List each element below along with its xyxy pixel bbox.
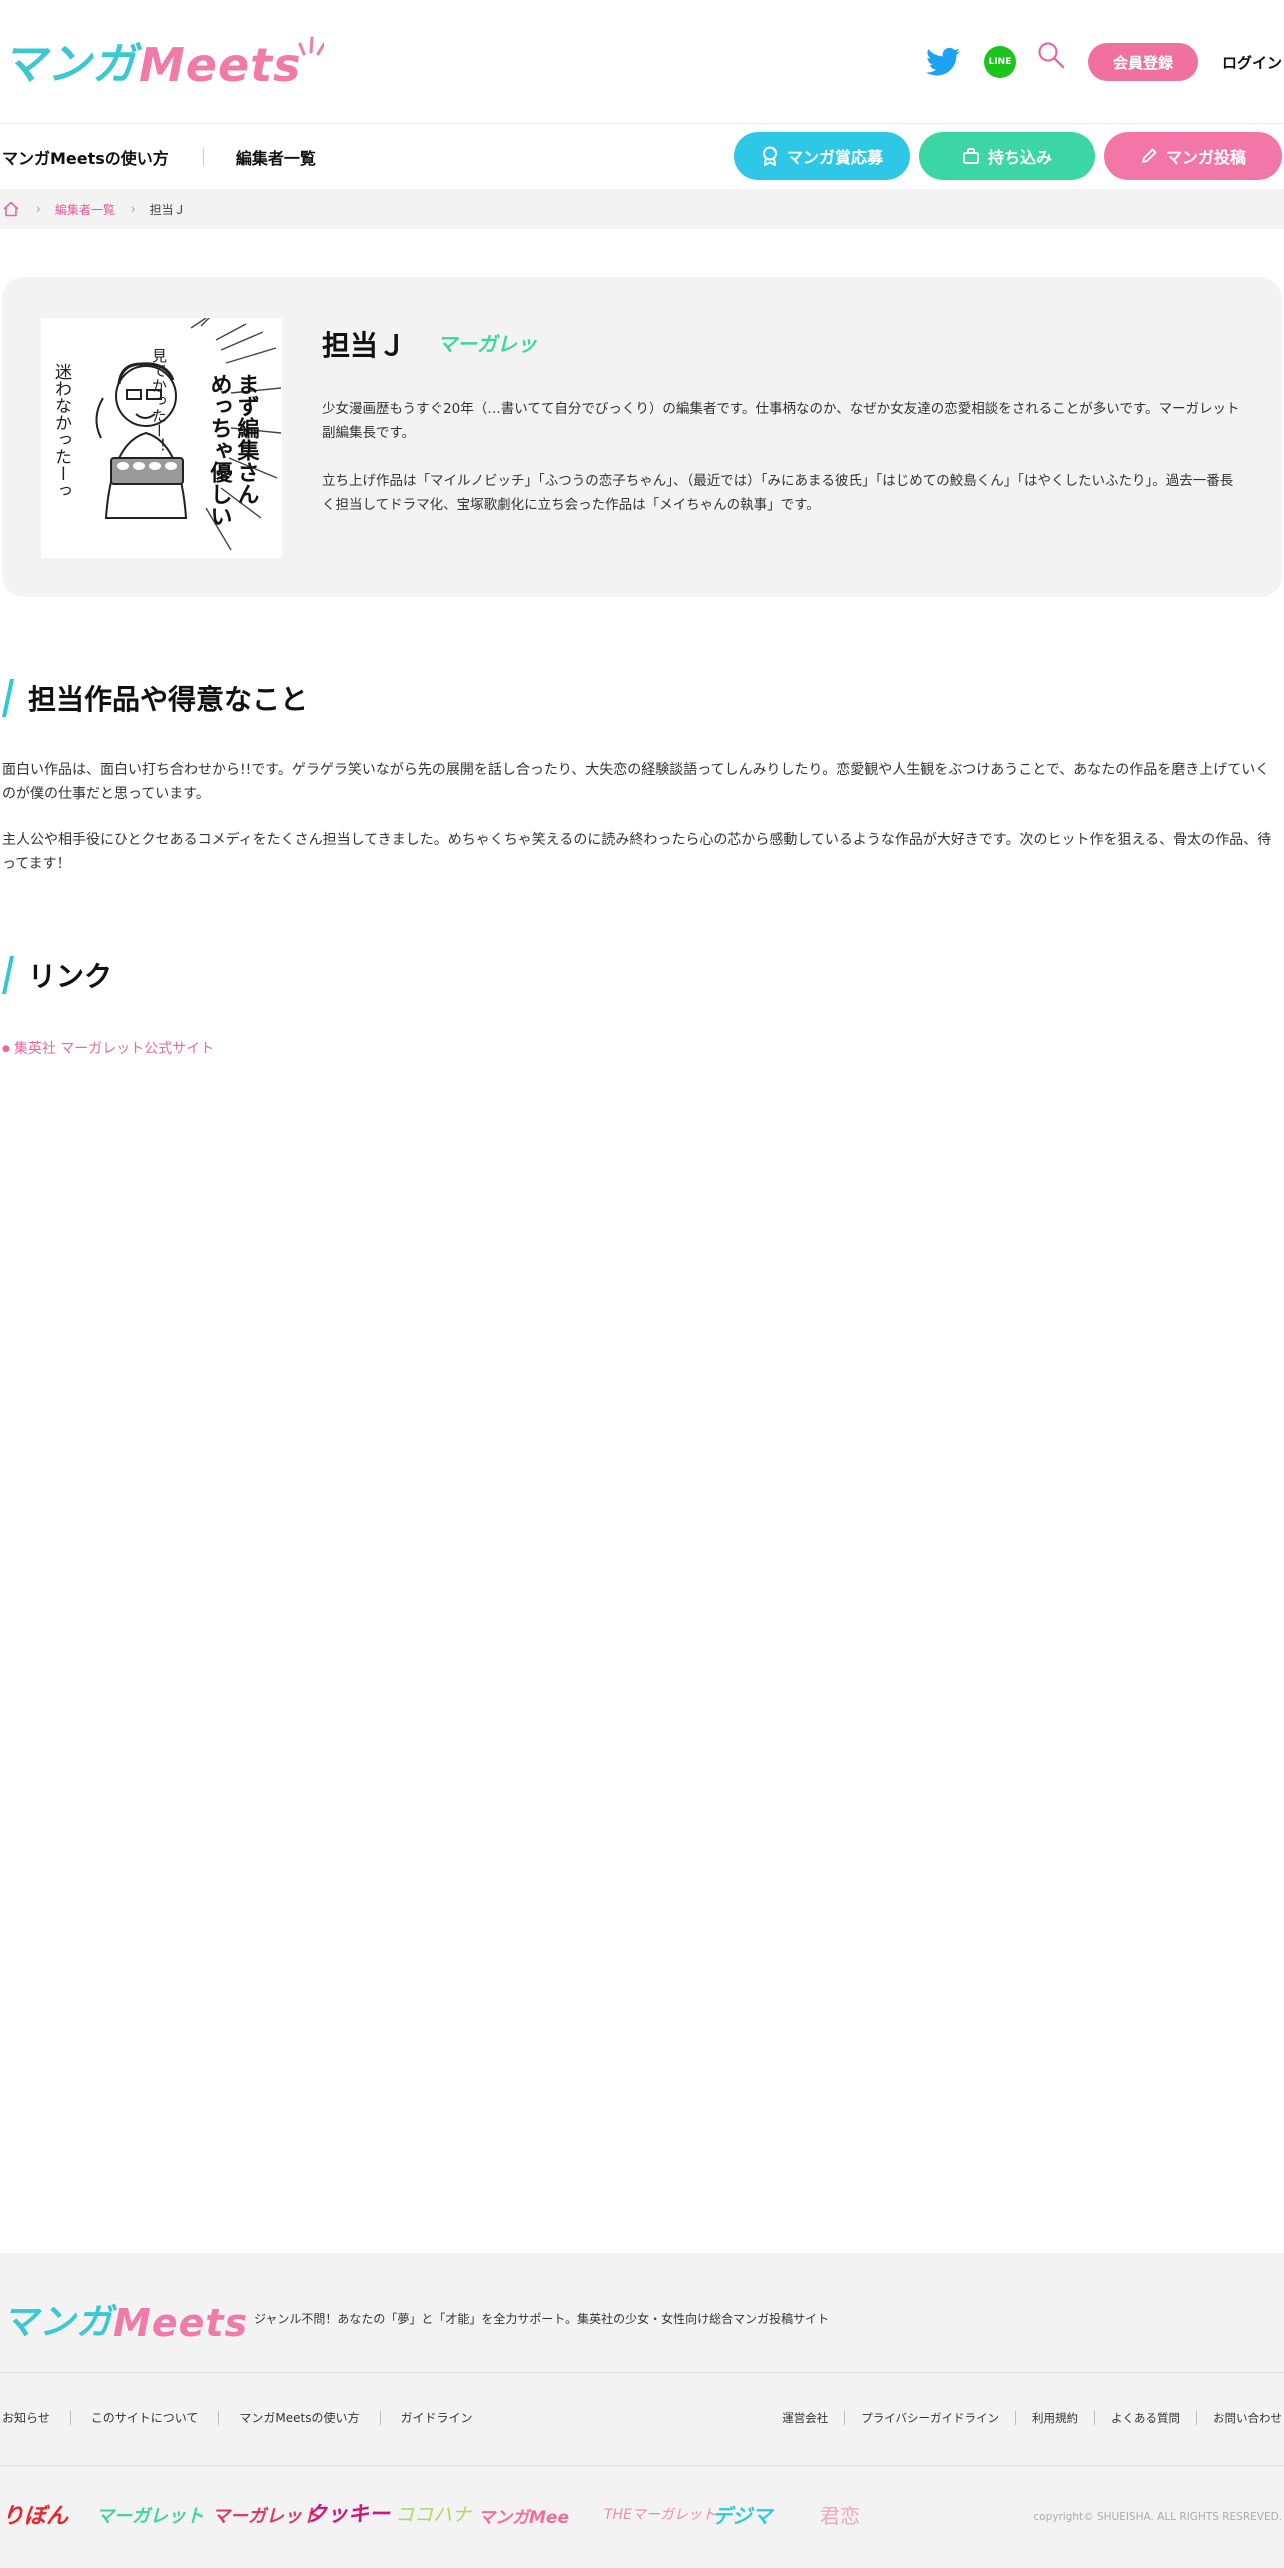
bring-in-button[interactable]: 持ち込み: [919, 132, 1095, 180]
cookie-logo[interactable]: クッキー: [306, 2498, 390, 2528]
footer-link-faq[interactable]: よくある質問: [1111, 2410, 1180, 2426]
footer-link-about[interactable]: このサイトについて: [91, 2409, 199, 2426]
editor-illustration: まず編集さん めっちゃ優しい 見てかったー！ 迷わなかったーっ: [51, 318, 282, 551]
chevron-right-icon: ›: [36, 202, 41, 216]
manga-mee-logo[interactable]: マンガMee: [478, 2503, 569, 2528]
margaret-official-site-link[interactable]: ● 集英社 マーガレット公式サイト: [2, 1038, 214, 1058]
logo-sparkle-icon: [298, 36, 324, 56]
section-title-works: 担当作品や得意なこと: [2, 678, 308, 718]
site-header: マンガ Meets LINE 会員登録 ログイン: [0, 0, 1284, 124]
breadcrumb-current: 担当Ｊ: [149, 202, 186, 217]
footer-link-privacy[interactable]: プライバシーガイドライン: [861, 2410, 999, 2426]
footer-link-guideline[interactable]: ガイドライン: [401, 2409, 473, 2426]
site-footer: マンガ Meets ジャンル不問！あなたの「夢」と「才能」を全力サポート。集英社…: [0, 2253, 1284, 2568]
manga-award-label: マンガ賞応募: [786, 148, 883, 167]
slash-accent-icon: [2, 956, 14, 994]
manga-post-label: マンガ投稿: [1165, 148, 1246, 167]
breadcrumb: › 編集者一覧 › 担当Ｊ: [0, 189, 1284, 229]
cocohana-logo[interactable]: ココハナ: [395, 2500, 471, 2527]
bio-paragraph: 立ち上げ作品は「マイルノビッチ」「ふつうの恋子ちゃん」、（最近では）「みにあまる…: [322, 473, 1234, 513]
portrait-caption-4: 迷わなかったーっ: [51, 363, 72, 499]
logo-meets: Meets: [139, 38, 302, 92]
breadcrumb-editor-list[interactable]: 編集者一覧: [55, 201, 115, 218]
copyright: copyright© SHUEISHA. ALL RIGHTS RESREVED…: [1033, 2511, 1282, 2523]
works-paragraph: 面白い作品は、面白い打ち合わせから!!です。ゲラゲラ笑いながら先の展開を話し合っ…: [2, 762, 1270, 802]
portrait-caption-2: めっちゃ優しい: [207, 373, 234, 527]
portrait-caption-3: 見てかったー！: [150, 348, 168, 453]
bring-in-label: 持ち込み: [987, 148, 1052, 167]
footer-sep: [1196, 2411, 1197, 2425]
footer-logo-manga: マンガ: [2, 2302, 114, 2343]
works-paragraph: 主人公や相手役にひとクセあるコメディをたくさん担当してきました。めちゃくちゃ笑え…: [2, 832, 1272, 872]
footer-link-terms[interactable]: 利用規約: [1032, 2410, 1078, 2426]
footer-links-left: お知らせ このサイトについて マンガMeetsの使い方 ガイドライン: [2, 2409, 473, 2426]
editor-name: 担当Ｊ: [322, 329, 407, 362]
login-link[interactable]: ログイン: [1222, 52, 1282, 73]
global-nav: マンガMeetsの使い方 編集者一覧 マンガ賞応募 持ち込み マンガ投稿: [0, 125, 1284, 188]
footer-links-right: 運営会社 プライバシーガイドライン 利用規約 よくある質問 お問い合わせ: [782, 2410, 1282, 2426]
twitter-icon[interactable]: [925, 47, 960, 77]
editor-profile-card: まず編集さん めっちゃ優しい 見てかったー！ 迷わなかったーっ 担当Ｊ マーガレ…: [2, 277, 1282, 597]
pen-icon: [1142, 148, 1157, 163]
footer-sep: [1094, 2411, 1095, 2425]
footer-sep: [844, 2411, 846, 2425]
footer-logo[interactable]: マンガ Meets: [2, 2293, 248, 2345]
chevron-right-icon: ›: [130, 202, 136, 216]
margaret-logo-text: マーガレット: [437, 332, 543, 356]
footer-sep: [218, 2410, 220, 2425]
the-margaret-logo[interactable]: THEマーガレット: [604, 2504, 716, 2524]
footer-link-contact[interactable]: お問い合わせ: [1213, 2410, 1282, 2426]
logo-manga: マンガ: [2, 39, 137, 90]
site-logo[interactable]: マンガ Meets: [2, 36, 324, 92]
footer-logo-meets: Meets: [113, 2301, 249, 2345]
footer-link-company[interactable]: 運営会社: [782, 2410, 828, 2426]
nav-divider: [202, 147, 204, 166]
footer-sep: [379, 2410, 381, 2425]
footer-link-news[interactable]: お知らせ: [2, 2409, 50, 2426]
magazine-logos: りぼん マーガレット マーガレット クッキー ココハナ マンガMee THEマー…: [0, 2498, 900, 2538]
register-button[interactable]: 会員登録: [1087, 43, 1198, 81]
editor-portrait: まず編集さん めっちゃ優しい 見てかったー！ 迷わなかったーっ: [41, 318, 282, 558]
line-icon[interactable]: LINE: [983, 46, 1016, 78]
dezima-logo[interactable]: デジマ: [712, 2500, 772, 2529]
editor-bio: 少女漫画歴もうすぐ20年（…書いてて自分でびっくり）の編集者です。仕事柄なのか、…: [322, 397, 1242, 541]
margaret-logo-footer[interactable]: マーガレット: [96, 2502, 204, 2528]
bullet-icon: ●: [2, 1044, 10, 1054]
home-icon[interactable]: [2, 200, 20, 218]
link-text: 集英社 マーガレット公式サイト: [13, 1041, 215, 1057]
section-heading: リンク: [28, 960, 113, 993]
section-works-body: 面白い作品は、面白い打ち合わせから!!です。ゲラゲラ笑いながら先の展開を話し合っ…: [2, 758, 1282, 898]
footer-sep: [69, 2410, 71, 2425]
margaret-logo: マーガレット: [437, 332, 543, 356]
bessatsu-margaret-logo[interactable]: マーガレット: [212, 2502, 320, 2528]
section-title-links: リンク: [2, 955, 112, 995]
search-icon[interactable]: [1036, 40, 1066, 70]
kimikoi-logo[interactable]: 君恋: [820, 2500, 860, 2529]
footer-link-how-to-use[interactable]: マンガMeetsの使い方: [239, 2409, 359, 2426]
award-icon: [762, 146, 777, 166]
manga-post-button[interactable]: マンガ投稿: [1104, 132, 1282, 180]
nav-how-to-use[interactable]: マンガMeetsの使い方: [2, 145, 169, 169]
ribon-logo[interactable]: りぼん: [2, 2498, 68, 2530]
footer-tagline: ジャンル不問！あなたの「夢」と「才能」を全力サポート。集英社の少女・女性向け総合…: [254, 2312, 830, 2326]
nav-editor-list[interactable]: 編集者一覧: [236, 145, 316, 169]
footer-divider: [0, 2465, 1284, 2466]
bag-icon: [962, 148, 979, 164]
footer-sep: [1015, 2411, 1016, 2425]
manga-award-button[interactable]: マンガ賞応募: [734, 132, 910, 180]
section-heading: 担当作品や得意なこと: [28, 683, 309, 716]
portrait-caption-1: まず編集さん: [234, 373, 261, 505]
footer-divider: [0, 2372, 1284, 2373]
bio-paragraph: 少女漫画歴もうすぐ20年（…書いてて自分でびっくり）の編集者です。仕事柄なのか、…: [322, 401, 1240, 441]
slash-accent-icon: [2, 679, 14, 717]
